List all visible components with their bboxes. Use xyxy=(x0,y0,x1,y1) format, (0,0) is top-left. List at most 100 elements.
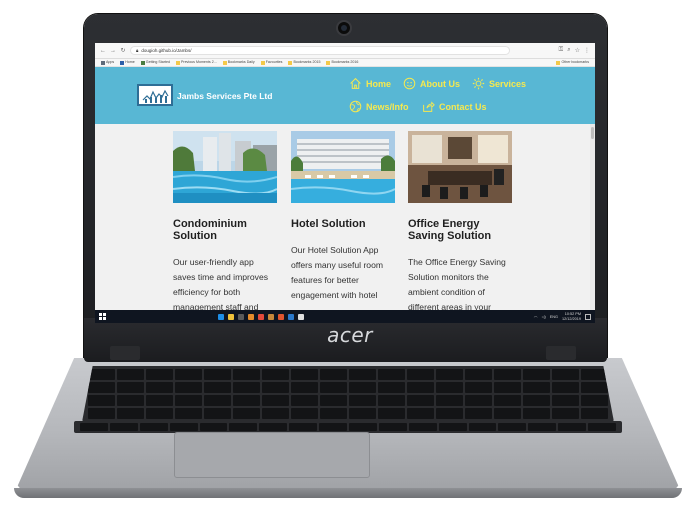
keyboard-key xyxy=(146,382,173,393)
card-office-energy[interactable]: Office Energy Saving Solution The Office… xyxy=(408,131,512,313)
scrollbar-thumb[interactable] xyxy=(591,127,594,139)
keyboard-key xyxy=(229,423,258,431)
bookmark-item[interactable]: Getting Started xyxy=(140,60,170,65)
keyboard-key xyxy=(523,395,550,406)
keyboard-key xyxy=(139,423,168,431)
keyboard-key xyxy=(233,408,260,419)
scrollbar-track[interactable] xyxy=(590,124,595,310)
bookmark-item[interactable]: Bookmarks 2015 xyxy=(288,60,320,65)
other-bookmarks[interactable]: Other bookmarks xyxy=(556,60,589,65)
hinge-right xyxy=(546,346,576,360)
nav-services[interactable]: Services xyxy=(472,77,526,90)
keyboard-key xyxy=(494,395,521,406)
key-icon[interactable]: ⚿ xyxy=(559,47,564,54)
keyboard-key xyxy=(494,408,521,419)
keyboard-key xyxy=(407,369,434,380)
keyboard-key xyxy=(204,369,231,380)
globe-icon xyxy=(349,100,362,113)
folder-icon xyxy=(326,60,331,65)
keyboard-key xyxy=(349,423,377,431)
site-name: Jambs Services Pte Ltd xyxy=(177,91,273,101)
windows-start-icon[interactable] xyxy=(99,313,106,320)
reload-icon[interactable]: ↻ xyxy=(120,47,126,54)
logo-chart-icon xyxy=(142,89,169,103)
nav-contact-us[interactable]: Contact Us xyxy=(422,100,487,113)
keyboard-key xyxy=(552,408,579,419)
folder-icon xyxy=(175,60,180,65)
card-hotel[interactable]: Hotel Solution Our Hotel Solution App of… xyxy=(291,131,395,301)
clock[interactable]: 10:52 PM 12/12/2019 xyxy=(562,312,581,321)
lock-icon: 🔒︎ xyxy=(136,48,139,53)
photos-icon[interactable] xyxy=(268,313,274,320)
keyboard-key xyxy=(320,395,347,406)
folder-icon xyxy=(556,60,561,65)
nav-services-label: Services xyxy=(489,78,527,89)
nav-home[interactable]: Home xyxy=(349,77,391,90)
keyboard-key xyxy=(88,395,115,406)
keyboard-key xyxy=(204,395,231,406)
notification-icon[interactable] xyxy=(585,313,591,320)
bookmark-item[interactable]: Apps xyxy=(101,60,114,65)
keyboard-key xyxy=(465,408,492,419)
laptop-base-front xyxy=(14,488,682,498)
keyboard-key xyxy=(204,382,231,393)
keyboard-key xyxy=(109,423,138,431)
nav-about-us[interactable]: About Us xyxy=(403,77,460,90)
app-icon[interactable] xyxy=(298,313,304,320)
mail-icon[interactable] xyxy=(288,313,294,320)
media-icon[interactable] xyxy=(278,313,284,320)
file-explorer-icon[interactable] xyxy=(228,313,234,320)
keyboard-key xyxy=(523,408,550,419)
keyboard-key xyxy=(407,395,434,406)
store-icon[interactable] xyxy=(238,313,244,320)
chrome-icon[interactable] xyxy=(258,313,264,320)
forward-icon[interactable]: → xyxy=(110,48,116,54)
paint-icon[interactable] xyxy=(248,313,254,320)
home-bookmark-icon xyxy=(120,60,125,65)
hinge-left xyxy=(110,346,140,360)
tray-chevron-icon[interactable]: ︿ xyxy=(534,314,538,319)
keyboard-key xyxy=(88,369,115,380)
keyboard-key xyxy=(498,423,527,431)
browser-toolbar: ← → ↻ 🔒︎ dougioh.github.io/Jambs/ ⚿ ⌕ ☆ … xyxy=(95,43,595,59)
bookmark-item[interactable]: Bookmarks 2016 xyxy=(326,60,358,65)
site-logo[interactable] xyxy=(137,84,173,106)
keyboard-key xyxy=(233,395,260,406)
keyboard-key xyxy=(320,369,347,380)
bookmark-item[interactable]: Home xyxy=(120,60,135,65)
url-text: dougioh.github.io/Jambs/ xyxy=(141,48,192,53)
keyboard-key xyxy=(291,382,318,393)
menu-icon[interactable]: ⋮ xyxy=(584,47,590,54)
nav-news-info[interactable]: News/Info xyxy=(349,100,409,113)
keyboard-key xyxy=(320,408,347,419)
back-icon[interactable]: ← xyxy=(100,48,106,54)
keyboard-key xyxy=(438,423,467,431)
card-title: Hotel Solution xyxy=(291,218,366,230)
edge-icon[interactable] xyxy=(218,313,224,320)
bookmark-item[interactable]: Previous Moments 2... xyxy=(175,60,217,65)
keyboard-key xyxy=(581,395,608,406)
zoom-icon[interactable]: ⌕ xyxy=(567,47,570,54)
star-icon[interactable]: ☆ xyxy=(575,47,580,54)
keyboard-key xyxy=(378,408,405,419)
keyboard-key xyxy=(319,423,347,431)
keyboard-key xyxy=(436,395,463,406)
lang-indicator[interactable]: ENG xyxy=(550,315,558,319)
volume-icon[interactable]: ◁) xyxy=(542,314,546,319)
hotel-pool-image xyxy=(291,131,395,203)
bookmark-item[interactable]: Favourites xyxy=(260,60,282,65)
home-icon xyxy=(350,77,361,89)
card-text: Our user-friendly app saves time and imp… xyxy=(173,257,269,312)
clock-date: 12/12/2019 xyxy=(561,316,581,321)
address-bar[interactable]: 🔒︎ dougioh.github.io/Jambs/ xyxy=(130,46,510,55)
bookmark-item[interactable]: Bookmarks Daily xyxy=(222,60,255,65)
card-title: Office Energy Saving Solution xyxy=(408,218,492,242)
keyboard-key xyxy=(465,369,492,380)
keyboard-key xyxy=(468,423,497,431)
nav-news-label: News/Info xyxy=(366,101,409,112)
card-condominium[interactable]: Condominium Solution Our user-friendly a… xyxy=(173,131,277,313)
keyboard-key xyxy=(146,369,173,380)
folder-icon xyxy=(222,60,227,65)
keyboard-key xyxy=(494,369,521,380)
keyboard-key xyxy=(175,395,202,406)
